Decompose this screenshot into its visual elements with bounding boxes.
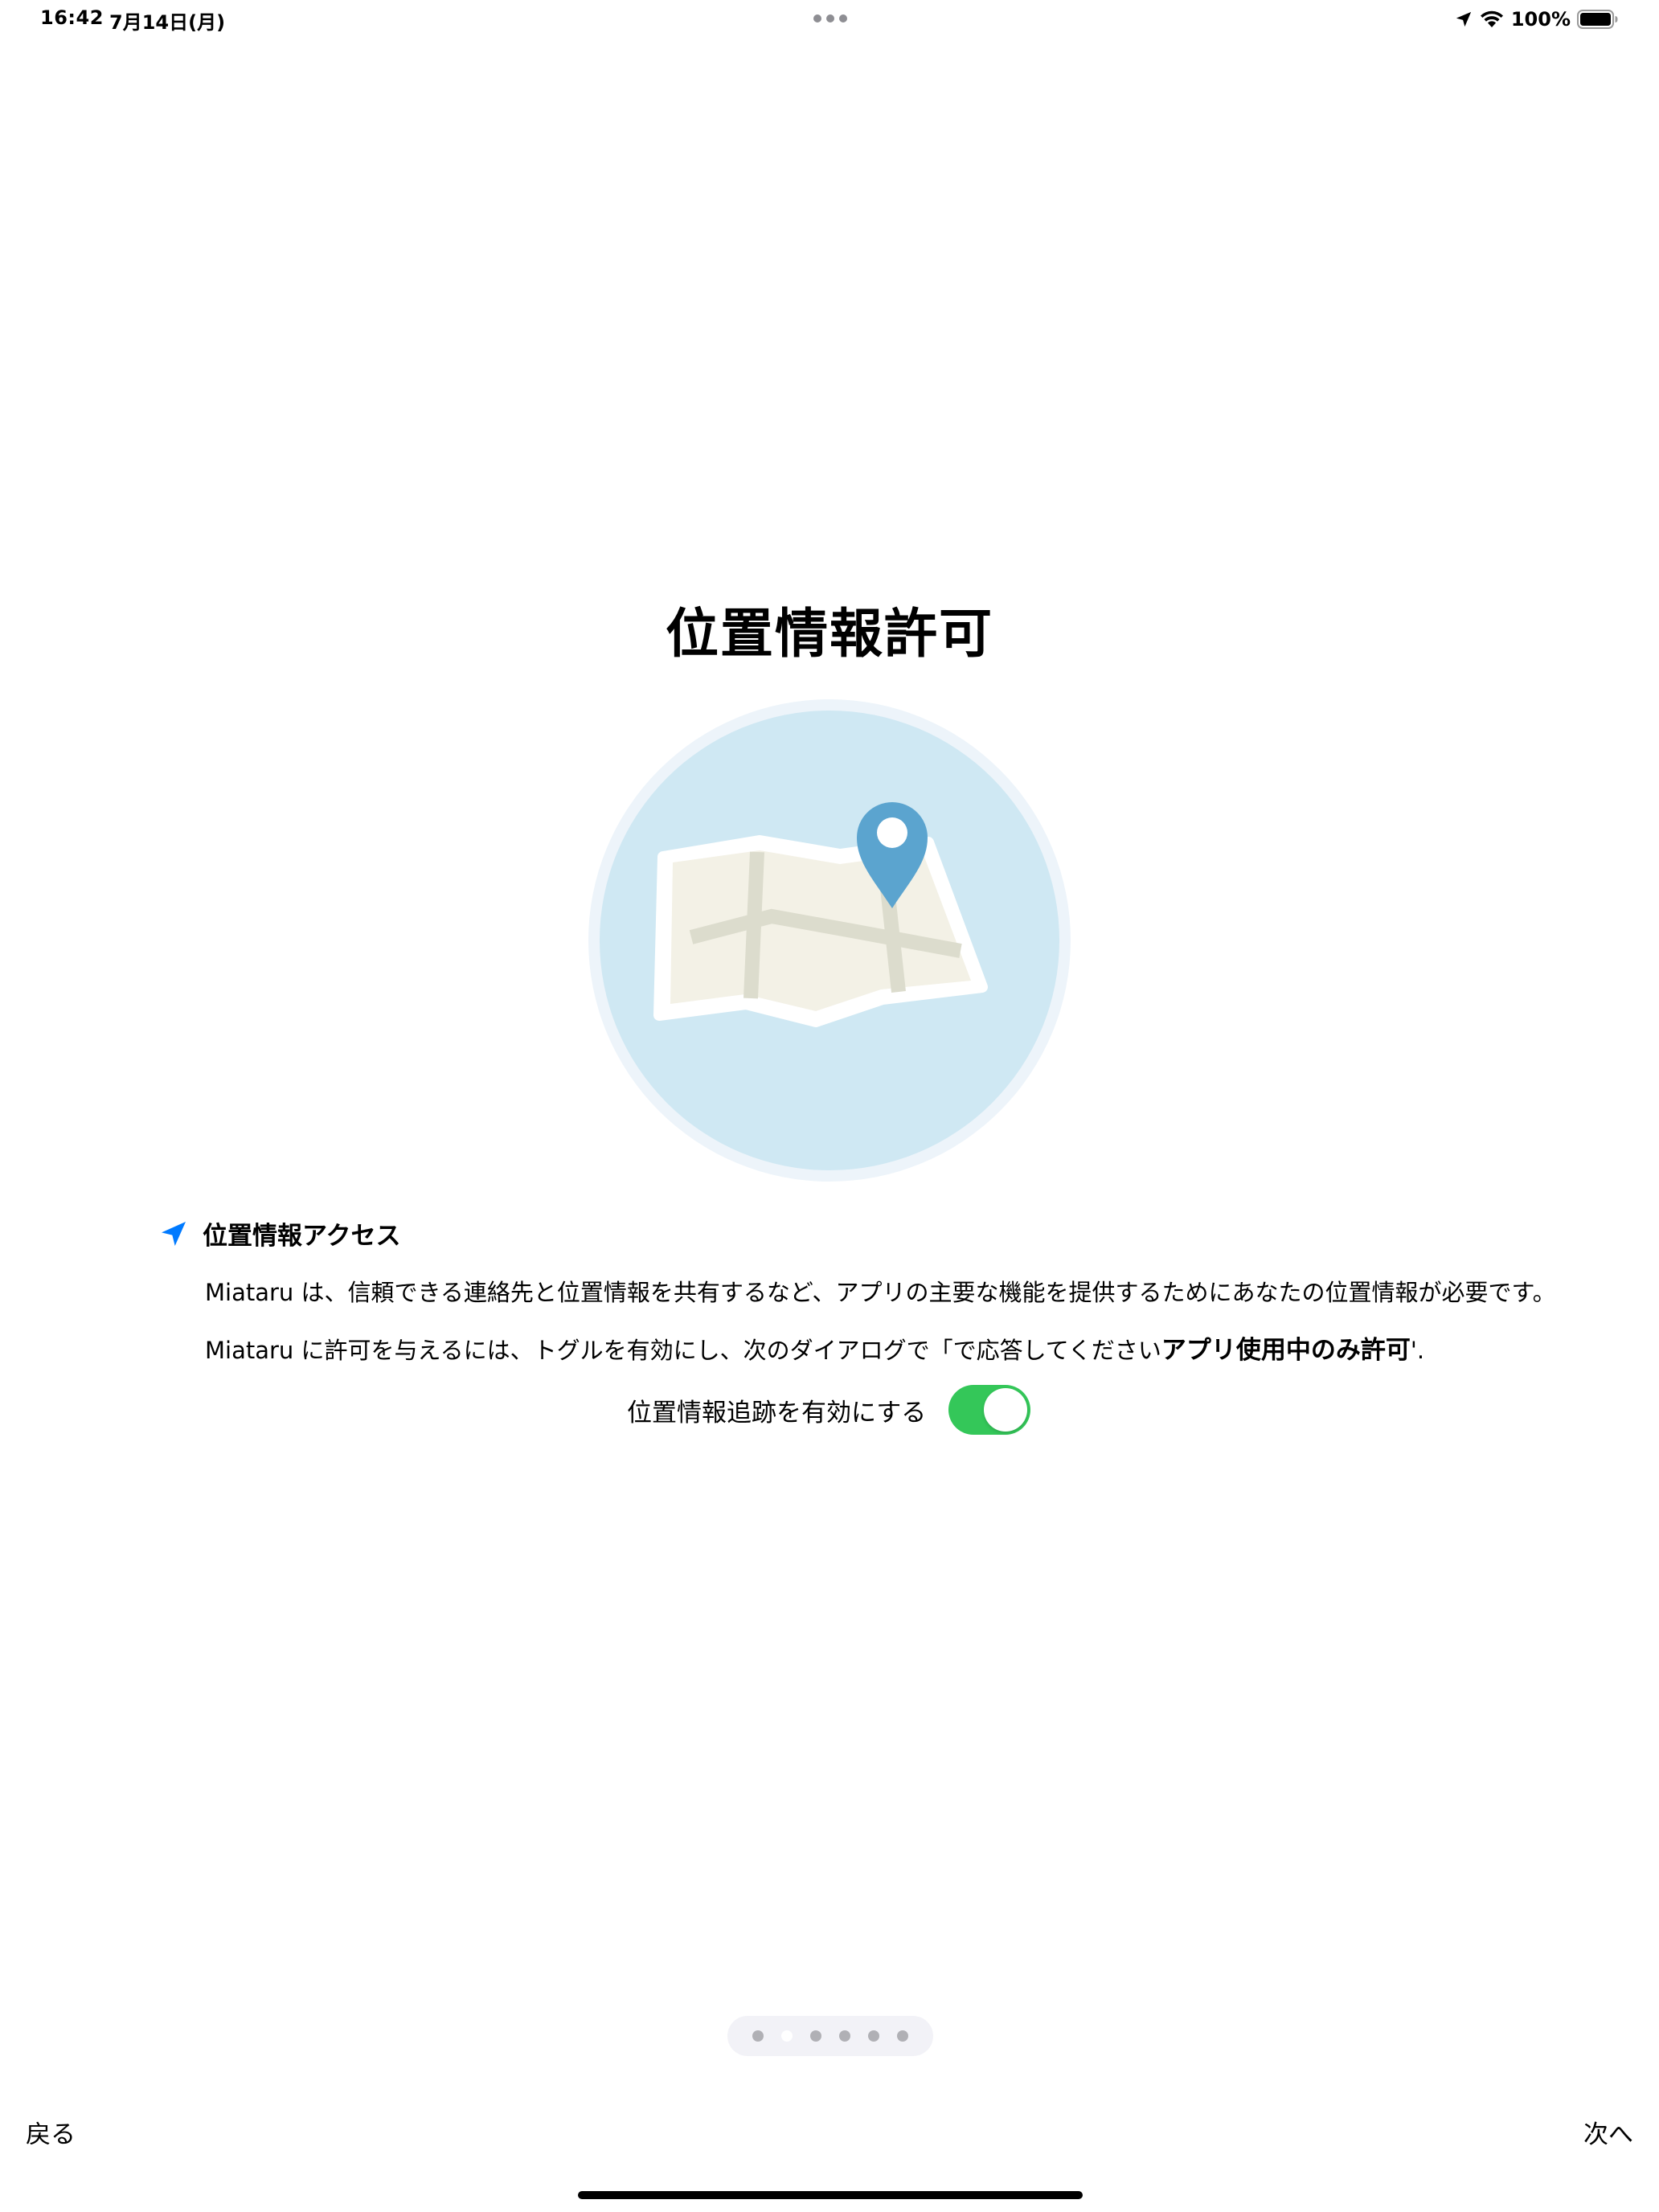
onboarding-screen: 16:42 7月14日(月) 100% 位置情報許可 位置情報アクセス Miat…	[0, 0, 1659, 2212]
toggle-knob	[984, 1388, 1028, 1432]
next-button[interactable]: 次へ	[1583, 2114, 1633, 2150]
page-dot[interactable]	[868, 2030, 879, 2042]
home-indicator[interactable]	[578, 2191, 1083, 2199]
instruction-prefix: Miataru に許可を与えるには、トグルを有効にし、次のダイアログで「で応答し…	[205, 1337, 1161, 1364]
page-title: 位置情報許可	[666, 603, 993, 665]
wifi-icon	[1480, 10, 1503, 27]
battery-icon	[1577, 10, 1618, 29]
toggle-label: 位置情報追跡を有効にする	[627, 1398, 927, 1428]
page-indicator[interactable]	[727, 2016, 933, 2056]
battery-percent: 100%	[1510, 8, 1571, 31]
page-dot[interactable]	[839, 2030, 850, 2042]
instruction-suffix: '.	[1410, 1337, 1425, 1364]
status-bar: 16:42 7月14日(月) 100%	[0, 0, 1659, 40]
instruction-strong: アプリ使用中のみ許可	[1161, 1336, 1411, 1365]
back-button[interactable]: 戻る	[26, 2114, 76, 2150]
section-title: 位置情報アクセス	[203, 1222, 401, 1251]
page-dot[interactable]	[897, 2030, 908, 2042]
page-dot-current[interactable]	[781, 2030, 793, 2042]
location-arrow-icon	[1456, 11, 1472, 27]
section-header: 位置情報アクセス	[158, 1215, 400, 1251]
status-indicators: 100%	[1455, 5, 1619, 34]
page-dot[interactable]	[752, 2030, 764, 2042]
location-tracking-row: 位置情報追跡を有効にする	[627, 1385, 1031, 1435]
status-date: 7月14日(月)	[109, 11, 226, 34]
location-tracking-toggle[interactable]	[948, 1385, 1031, 1435]
description-text: Miataru は、信頼できる連絡先と位置情報を共有するなど、アプリの主要な機能…	[205, 1279, 1556, 1306]
status-time: 16:42	[40, 6, 104, 29]
location-arrow-icon	[162, 1221, 186, 1246]
map-illustration	[588, 699, 1071, 1182]
multitasking-menu-icon[interactable]	[813, 14, 847, 23]
instruction-text: Miataru に許可を与えるには、トグルを有効にし、次のダイアログで「で応答し…	[205, 1334, 1424, 1366]
page-dot[interactable]	[810, 2030, 821, 2042]
